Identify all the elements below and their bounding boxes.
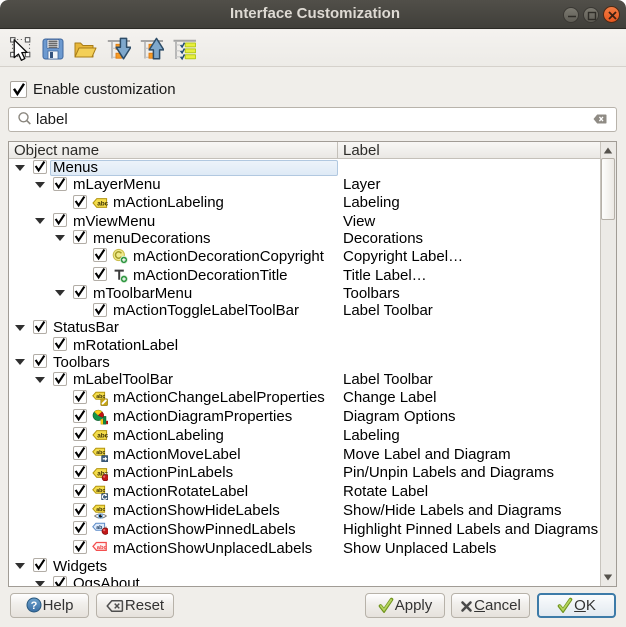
svg-text:abc: abc <box>96 488 105 494</box>
svg-text:abc: abc <box>97 545 108 551</box>
svg-text:abc: abc <box>97 433 108 440</box>
svg-text:?: ? <box>30 600 37 612</box>
svg-text:abc: abc <box>96 507 105 513</box>
svg-text:ab: ab <box>96 525 102 531</box>
svg-text:abc: abc <box>97 200 108 207</box>
svg-text:abc: abc <box>96 450 105 456</box>
